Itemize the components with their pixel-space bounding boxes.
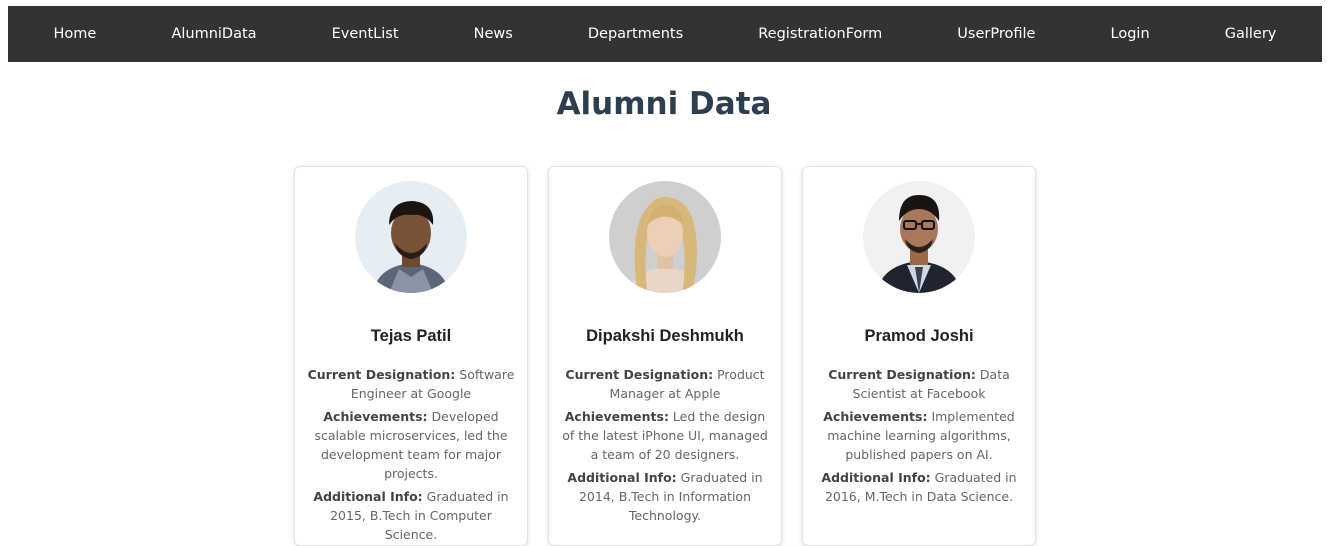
avatar: [355, 181, 467, 293]
alumni-achievements: Achievements: Developed scalable microse…: [305, 407, 517, 483]
alumni-designation: Current Designation: Data Scientist at F…: [813, 365, 1025, 403]
top-navbar: Home AlumniData EventList News Departmen…: [8, 6, 1322, 62]
alumni-card: Pramod Joshi Current Designation: Data S…: [802, 166, 1036, 546]
alumni-card: Tejas Patil Current Designation: Softwar…: [294, 166, 528, 546]
nav-link-alumnidata[interactable]: AlumniData: [171, 26, 256, 42]
alumni-achievements: Achievements: Led the design of the late…: [559, 407, 771, 464]
alumni-card-list: Tejas Patil Current Designation: Softwar…: [294, 166, 1036, 546]
avatar-photo-icon: [355, 181, 467, 293]
nav-link-userprofile[interactable]: UserProfile: [957, 26, 1035, 42]
additional-info-label: Additional Info:: [821, 470, 931, 485]
avatar: [609, 181, 721, 293]
additional-info-label: Additional Info:: [567, 470, 677, 485]
designation-label: Current Designation:: [565, 367, 714, 382]
avatar-photo-icon: [609, 181, 721, 293]
alumni-card: Dipakshi Deshmukh Current Designation: P…: [548, 166, 782, 546]
nav-link-gallery[interactable]: Gallery: [1225, 26, 1277, 42]
alumni-name: Tejas Patil: [370, 327, 452, 345]
additional-info-label: Additional Info:: [313, 489, 423, 504]
nav-link-eventlist[interactable]: EventList: [332, 26, 399, 42]
nav-link-departments[interactable]: Departments: [588, 26, 683, 42]
achievements-label: Achievements:: [323, 409, 428, 424]
nav-link-registrationform[interactable]: RegistrationForm: [758, 26, 882, 42]
alumni-name: Dipakshi Deshmukh: [586, 327, 744, 345]
alumni-designation: Current Designation: Product Manager at …: [559, 365, 771, 403]
nav-link-home[interactable]: Home: [54, 26, 97, 42]
designation-label: Current Designation:: [828, 367, 976, 382]
nav-link-login[interactable]: Login: [1111, 26, 1150, 42]
alumni-additional-info: Additional Info: Graduated in 2015, B.Te…: [305, 487, 517, 544]
avatar: [863, 181, 975, 293]
alumni-additional-info: Additional Info: Graduated in 2016, M.Te…: [813, 468, 1025, 506]
nav-link-news[interactable]: News: [474, 26, 513, 42]
alumni-achievements: Achievements: Implemented machine learni…: [813, 407, 1025, 464]
avatar-photo-icon: [863, 181, 975, 293]
alumni-name: Pramod Joshi: [864, 327, 974, 345]
alumni-designation: Current Designation: Software Engineer a…: [305, 365, 517, 403]
designation-label: Current Designation:: [307, 367, 456, 382]
achievements-label: Achievements:: [564, 409, 669, 424]
alumni-additional-info: Additional Info: Graduated in 2014, B.Te…: [559, 468, 771, 525]
achievements-label: Achievements:: [823, 409, 928, 424]
page-title: Alumni Data: [556, 86, 772, 122]
